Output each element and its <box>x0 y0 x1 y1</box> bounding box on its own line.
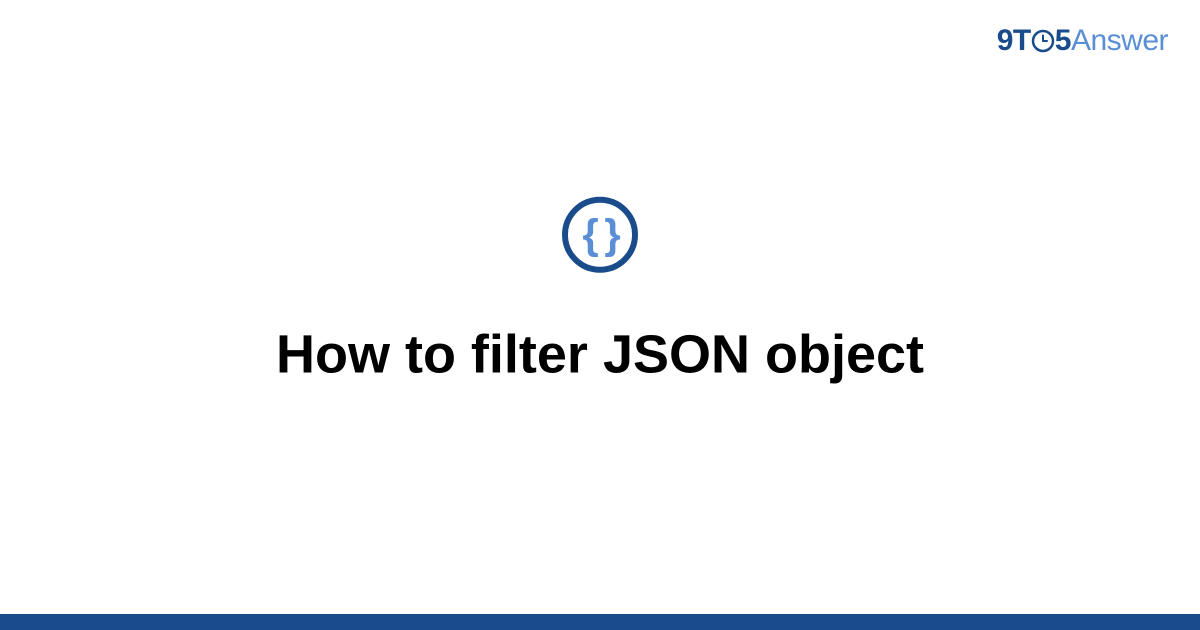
logo-text-answer: Answer <box>1071 24 1168 57</box>
logo-text-5: 5 <box>1055 24 1071 57</box>
clock-icon <box>1031 29 1055 53</box>
footer-accent-bar <box>0 614 1200 630</box>
main-content: { } How to filter JSON object <box>0 197 1200 388</box>
site-logo: 9T 5Answer <box>997 24 1168 58</box>
json-braces-icon: { } <box>582 214 617 256</box>
page-title: How to filter JSON object <box>236 323 964 388</box>
logo-text-9t: 9T <box>997 24 1031 57</box>
topic-icon-circle: { } <box>562 197 638 273</box>
